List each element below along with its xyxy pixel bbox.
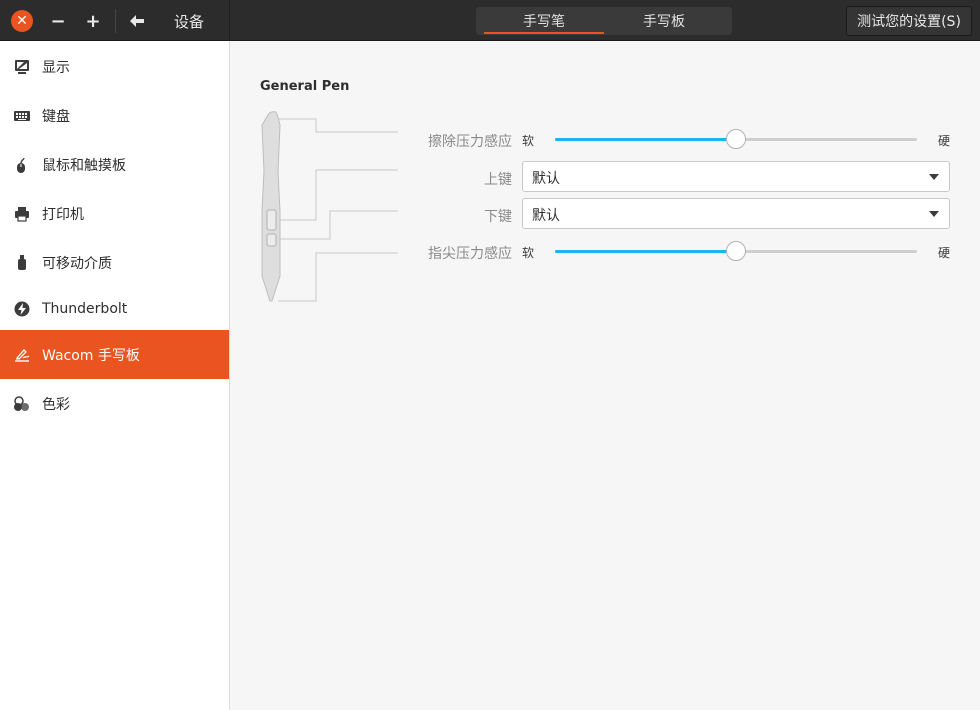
wacom-tablet-icon (13, 346, 31, 364)
sidebar-item-label: 键盘 (42, 108, 70, 125)
maximize-window-button[interactable]: + (82, 10, 104, 32)
eraser-soft-label: 软 (522, 134, 535, 148)
chevron-down-icon (929, 211, 939, 217)
chevron-down-icon (929, 174, 939, 180)
sidebar-item-label: 可移动介质 (42, 255, 112, 272)
sidebar-item-keyboard[interactable]: 键盘 (0, 91, 229, 140)
thunderbolt-icon (13, 300, 31, 318)
close-icon: ✕ (16, 13, 28, 29)
sidebar-item-printer[interactable]: 打印机 (0, 189, 229, 238)
active-tab-indicator (484, 32, 604, 34)
back-arrow-icon (130, 15, 144, 27)
lower-button-select[interactable]: 默认 (522, 198, 950, 229)
minimize-window-button[interactable]: − (47, 10, 69, 32)
header-bar: ✕ − + 设备 手写笔 手写板 测试您的设置(S) (0, 0, 980, 41)
stylus-illustration (261, 111, 398, 302)
upper-button-value: 默认 (532, 171, 560, 187)
display-icon (13, 58, 31, 76)
lower-button-label: 下键 (484, 209, 512, 225)
sidebar-item-thunderbolt[interactable]: Thunderbolt (0, 284, 229, 333)
header-left: ✕ − + 设备 (0, 0, 230, 41)
tip-soft-label: 软 (522, 246, 535, 260)
upper-button-label: 上键 (484, 172, 512, 188)
sidebar-item-wacom[interactable]: Wacom 手写板 (0, 330, 229, 379)
close-window-button[interactable]: ✕ (11, 10, 33, 32)
lower-button-value: 默认 (532, 208, 560, 224)
printer-icon (13, 205, 31, 223)
keyboard-icon (13, 107, 31, 125)
slider-knob[interactable] (726, 129, 746, 149)
sidebar-item-label: 色彩 (42, 396, 70, 413)
eraser-pressure-label: 擦除压力感应 (428, 134, 512, 150)
color-icon (13, 395, 31, 413)
usb-drive-icon (13, 254, 31, 272)
sidebar-item-label: Wacom 手写板 (42, 347, 140, 364)
sidebar-item-mouse[interactable]: 鼠标和触摸板 (0, 140, 229, 189)
sidebar-item-label: 显示 (42, 59, 70, 76)
sidebar-item-color[interactable]: 色彩 (0, 379, 229, 428)
sidebar-item-removable-media[interactable]: 可移动介质 (0, 238, 229, 287)
sidebar: 显示 键盘 鼠标和触摸板 打印机 可移动介质 Thunderbolt Wacom… (0, 41, 230, 710)
sidebar-item-label: Thunderbolt (42, 300, 128, 317)
tip-hard-label: 硬 (938, 246, 951, 260)
pen-name: General Pen (260, 79, 350, 94)
slider-fill (555, 138, 736, 141)
tip-pressure-label: 指尖压力感应 (428, 246, 512, 262)
tab-stylus[interactable]: 手写笔 (484, 7, 604, 35)
sidebar-item-label: 打印机 (42, 206, 84, 223)
minimize-icon: − (50, 10, 66, 32)
tip-pressure-slider[interactable] (555, 240, 917, 262)
sidebar-item-display[interactable]: 显示 (0, 42, 229, 91)
slider-knob[interactable] (726, 241, 746, 261)
header-separator (115, 9, 116, 33)
mouse-icon (13, 156, 31, 174)
window-title: 设备 (174, 13, 205, 31)
sidebar-item-label: 鼠标和触摸板 (42, 157, 126, 174)
eraser-pressure-slider[interactable] (555, 128, 917, 150)
slider-fill (555, 250, 736, 253)
test-settings-button[interactable]: 测试您的设置(S) (846, 6, 972, 36)
tab-switcher: 手写笔 手写板 (476, 7, 732, 35)
main-content: General Pen 擦除压力感应 软 硬 上键 默认 下键 默认 指尖压力感… (230, 41, 980, 710)
tab-tablet[interactable]: 手写板 (604, 7, 724, 35)
back-button[interactable] (126, 10, 148, 32)
upper-button-select[interactable]: 默认 (522, 161, 950, 192)
maximize-icon: + (85, 10, 101, 32)
eraser-hard-label: 硬 (938, 134, 951, 148)
